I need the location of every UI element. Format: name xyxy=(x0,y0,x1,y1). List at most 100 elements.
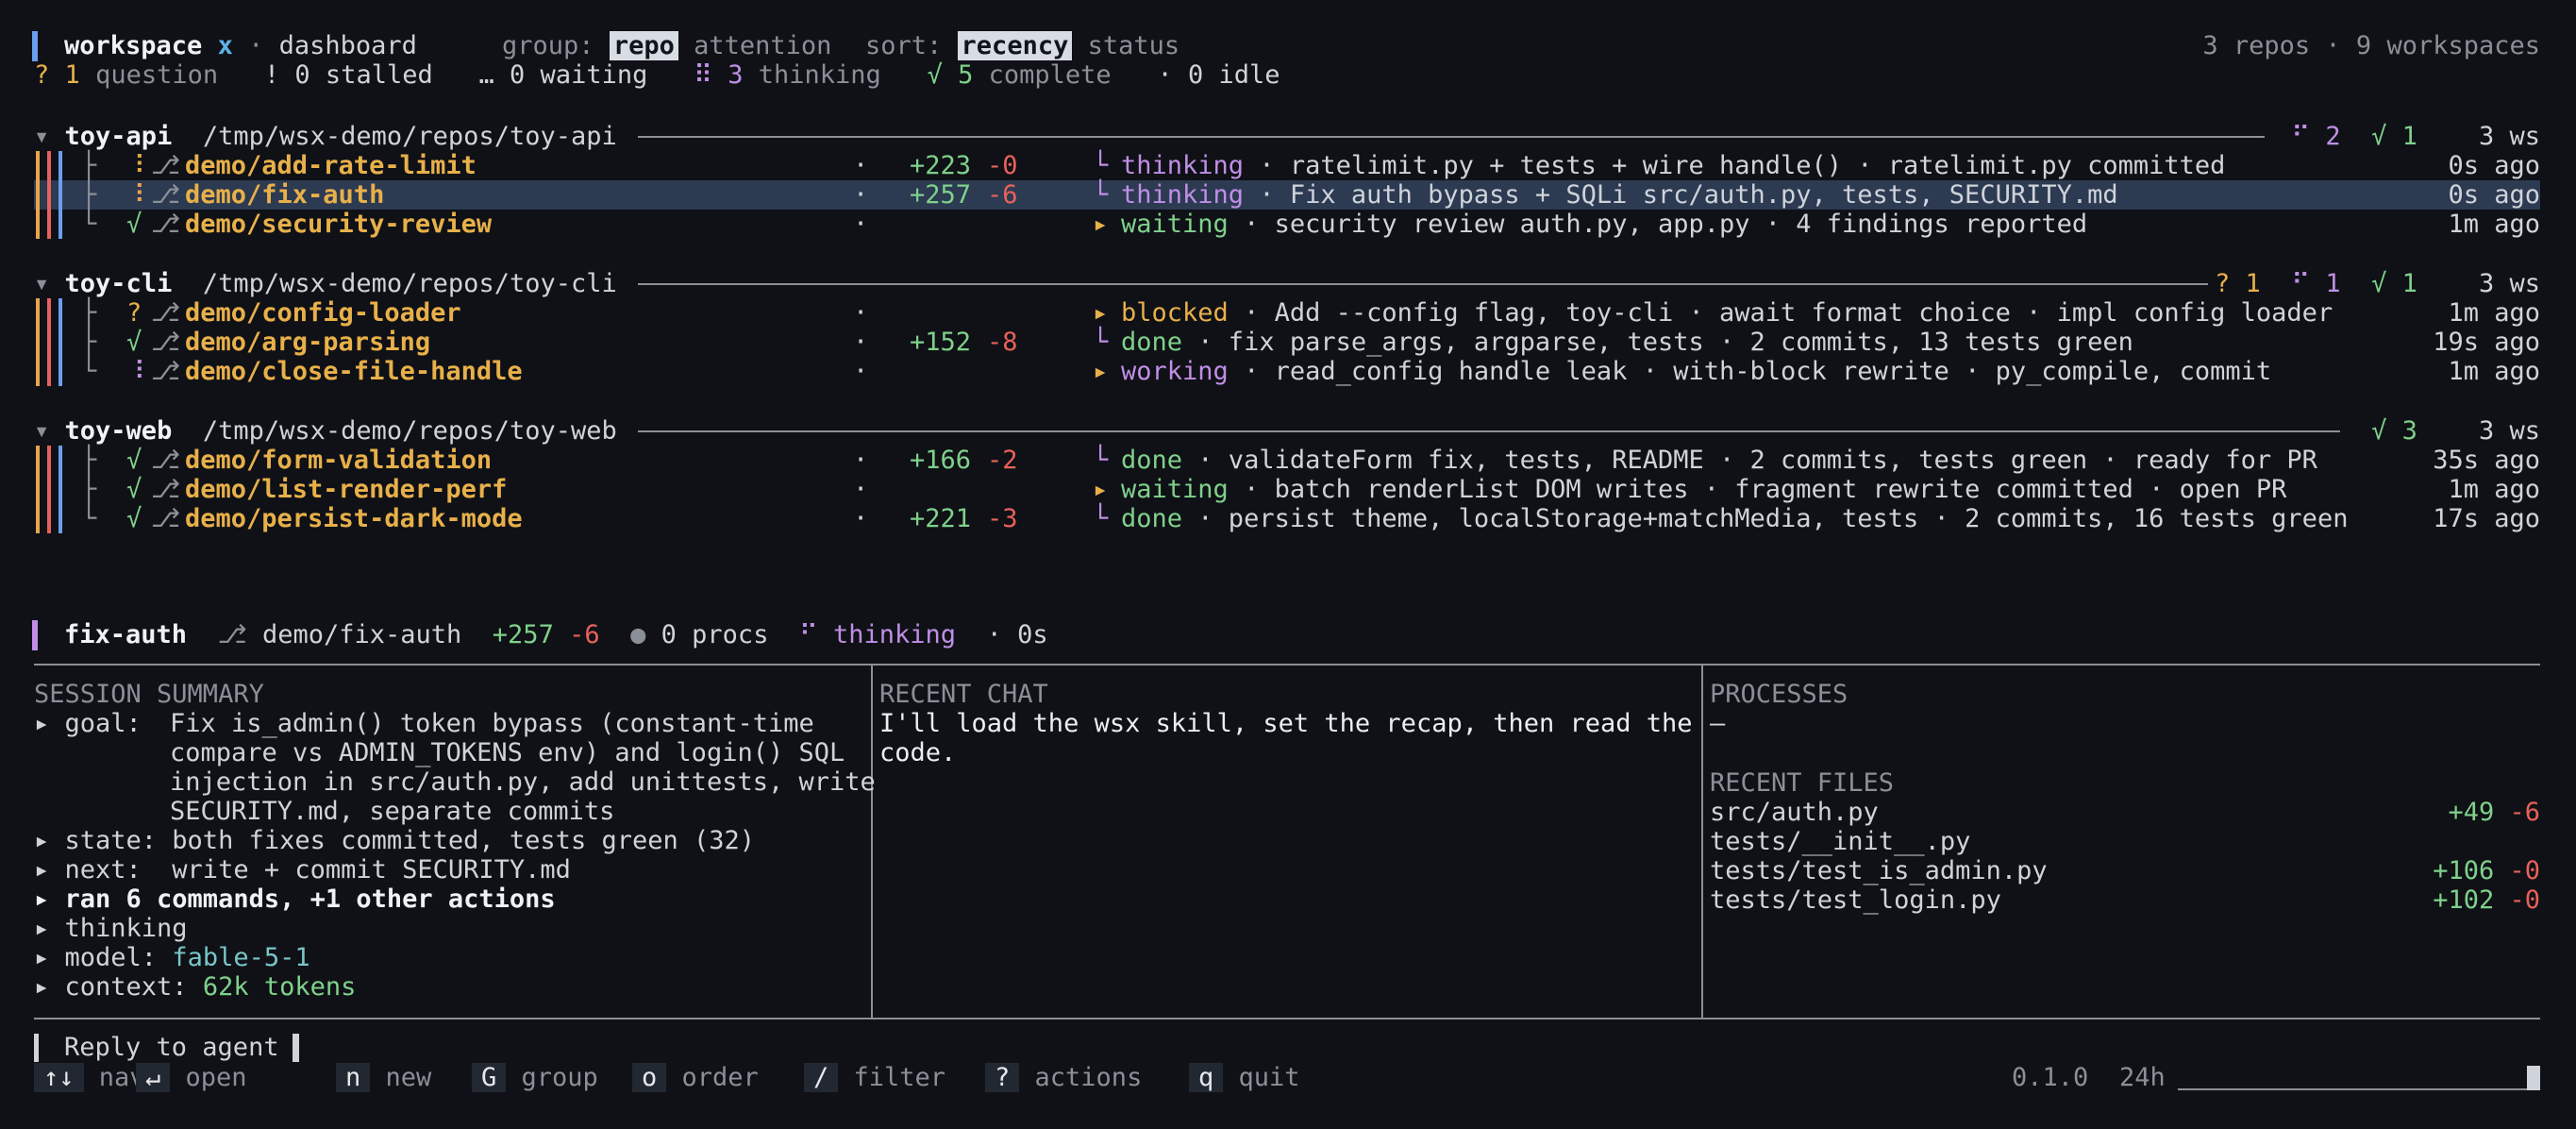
file-name: src/auth.py xyxy=(1710,798,1879,827)
view-name: dashboard xyxy=(278,31,417,60)
workspace-branch[interactable]: demo/close-file-handle xyxy=(185,357,523,386)
panel-top-rule xyxy=(34,664,2540,666)
session-ran-commands[interactable]: ▸ ran 6 commands, +1 other actions xyxy=(34,885,556,914)
diff-deletions: -2 xyxy=(987,446,1018,475)
row-dot: · xyxy=(853,328,869,357)
row-dot: · xyxy=(853,504,869,533)
close-icon[interactable]: x xyxy=(218,31,233,60)
tree-branch: ├ xyxy=(81,475,97,504)
detail-accent-bar xyxy=(32,620,38,650)
workspace-activity: blocked · Add --config flag, toy-cli · a… xyxy=(1121,298,2333,328)
workspace-branch[interactable]: demo/arg-parsing xyxy=(185,328,430,357)
workspace-age: 1m ago xyxy=(2448,357,2540,386)
collapse-chevron-icon[interactable]: ▾ xyxy=(34,269,49,298)
activity-arrow: └ xyxy=(1093,446,1109,475)
tree-branch: └ xyxy=(81,504,97,533)
gutter-bar xyxy=(59,210,62,239)
sort-option-status[interactable]: status xyxy=(1088,31,1180,60)
gutter-bar xyxy=(47,475,51,504)
key-hint-new[interactable]: n new xyxy=(336,1063,431,1092)
workspace-branch[interactable]: demo/config-loader xyxy=(185,298,461,328)
gutter-bar xyxy=(59,180,62,210)
gutter-bar xyxy=(36,210,40,239)
workspace-branch[interactable]: demo/form-validation xyxy=(185,446,492,475)
footer-window: 24h xyxy=(2119,1063,2166,1092)
diff-additions: +257 xyxy=(910,180,972,210)
key-hint-order[interactable]: o order xyxy=(632,1063,759,1092)
group-option-repo[interactable]: repo xyxy=(609,31,678,60)
workspace-branch[interactable]: demo/security-review xyxy=(185,210,492,239)
branch-icon: ⎇ xyxy=(151,210,181,239)
recent-chat-title: RECENT CHAT xyxy=(879,680,1048,709)
file-diff xyxy=(2525,827,2540,856)
detail-branch: demo/fix-auth xyxy=(261,620,462,649)
gutter-bar xyxy=(59,357,62,386)
workspace-age: 0s ago xyxy=(2448,151,2540,180)
idle-icon: · xyxy=(1157,60,1173,90)
workspace-activity: done · persist theme, localStorage+match… xyxy=(1121,504,2348,533)
key-hint-group[interactable]: G group xyxy=(472,1063,598,1092)
collapse-chevron-icon[interactable]: ▾ xyxy=(34,122,49,151)
key-hint-nav[interactable]: ↑↓ nav xyxy=(34,1063,145,1092)
file-deletions: -0 xyxy=(2509,885,2540,915)
workspace-branch[interactable]: demo/persist-dark-mode xyxy=(185,504,523,533)
session-goal-line: compare vs ADMIN_TOKENS env) and login()… xyxy=(170,738,845,767)
activity-arrow: ▸ xyxy=(1093,298,1109,328)
gutter-bar xyxy=(36,446,40,475)
key-label: open xyxy=(185,1063,247,1092)
key-hint-filter[interactable]: / filter xyxy=(804,1063,945,1092)
repo-header[interactable]: ▾ toy-cli /tmp/wsx-demo/repos/toy-cli xyxy=(34,269,617,298)
workspace-state: waiting xyxy=(1121,210,1229,239)
idle-count: 0 idle xyxy=(1187,60,1280,90)
row-dot: · xyxy=(853,298,869,328)
reply-input[interactable]: Reply to agent xyxy=(64,1033,279,1062)
session-model-label: ▸ model: xyxy=(34,943,173,972)
sort-option-recency[interactable]: recency xyxy=(957,31,1073,60)
repo-header[interactable]: ▾ toy-api /tmp/wsx-demo/repos/toy-api xyxy=(34,122,617,151)
sort-label: sort: xyxy=(865,31,943,60)
repo-header[interactable]: ▾ toy-web /tmp/wsx-demo/repos/toy-web xyxy=(34,416,617,446)
branch-icon: ⎇ xyxy=(151,475,181,504)
process-dot-icon: ● xyxy=(630,620,646,649)
workspace-activity: thinking · Fix auth bypass + SQLi src/au… xyxy=(1121,180,2118,210)
workspace-activity: waiting · security review auth.py, app.p… xyxy=(1121,210,2087,239)
keycap: ↑↓ xyxy=(34,1063,84,1092)
diff-additions: +223 xyxy=(910,151,972,180)
workspace-status-icon: ⠸ xyxy=(126,151,145,180)
file-deletions: -6 xyxy=(2509,798,2540,827)
gutter-bar xyxy=(36,180,40,210)
detail-age: · 0s xyxy=(986,620,1048,649)
group-option-attention[interactable]: attention xyxy=(694,31,831,60)
workspace-description: · Fix auth bypass + SQLi src/auth.py, te… xyxy=(1259,180,2118,210)
status-counts: ? 1 question ! 0 stalled … 0 waiting ⠿ 3… xyxy=(34,60,1280,90)
diff-additions: +152 xyxy=(910,328,972,357)
session-goal-line: SECURITY.md, separate commits xyxy=(170,797,615,826)
session-thinking[interactable]: ▸ thinking xyxy=(34,914,188,943)
gutter-bar xyxy=(59,298,62,328)
repo-name: toy-cli xyxy=(64,269,173,298)
tree-branch: ├ xyxy=(81,446,97,475)
repo-badges: √ 3 3 ws xyxy=(2371,416,2540,446)
complete-icon: √ xyxy=(927,60,943,90)
key-hint-quit[interactable]: q quit xyxy=(1189,1063,1300,1092)
key-label: order xyxy=(681,1063,759,1092)
workspace-state: waiting xyxy=(1121,475,1229,504)
session-summary-title: SESSION SUMMARY xyxy=(34,680,264,709)
diff-deletions: -0 xyxy=(987,151,1018,180)
keycap: ↵ xyxy=(136,1063,171,1092)
workspace-state: working xyxy=(1121,357,1229,386)
activity-arrow: ▸ xyxy=(1093,357,1109,386)
activity-handle[interactable] xyxy=(2527,1066,2540,1090)
tree-branch: ├ xyxy=(81,151,97,180)
gutter-bar xyxy=(47,151,51,180)
key-hint-open[interactable]: ↵ open xyxy=(136,1063,247,1092)
complete-label: complete xyxy=(988,60,1112,90)
workspace-branch[interactable]: demo/list-render-perf xyxy=(185,475,507,504)
key-hint-actions[interactable]: ? actions xyxy=(985,1063,1142,1092)
workspace-branch[interactable]: demo/add-rate-limit xyxy=(185,151,477,180)
workspace-branch[interactable]: demo/fix-auth xyxy=(185,180,384,210)
workspace-description: · persist theme, localStorage+matchMedia… xyxy=(1197,504,2349,533)
detail-workspace-name: fix-auth xyxy=(64,620,188,649)
collapse-chevron-icon[interactable]: ▾ xyxy=(34,416,49,446)
workspace-age: 19s ago xyxy=(2433,328,2540,357)
